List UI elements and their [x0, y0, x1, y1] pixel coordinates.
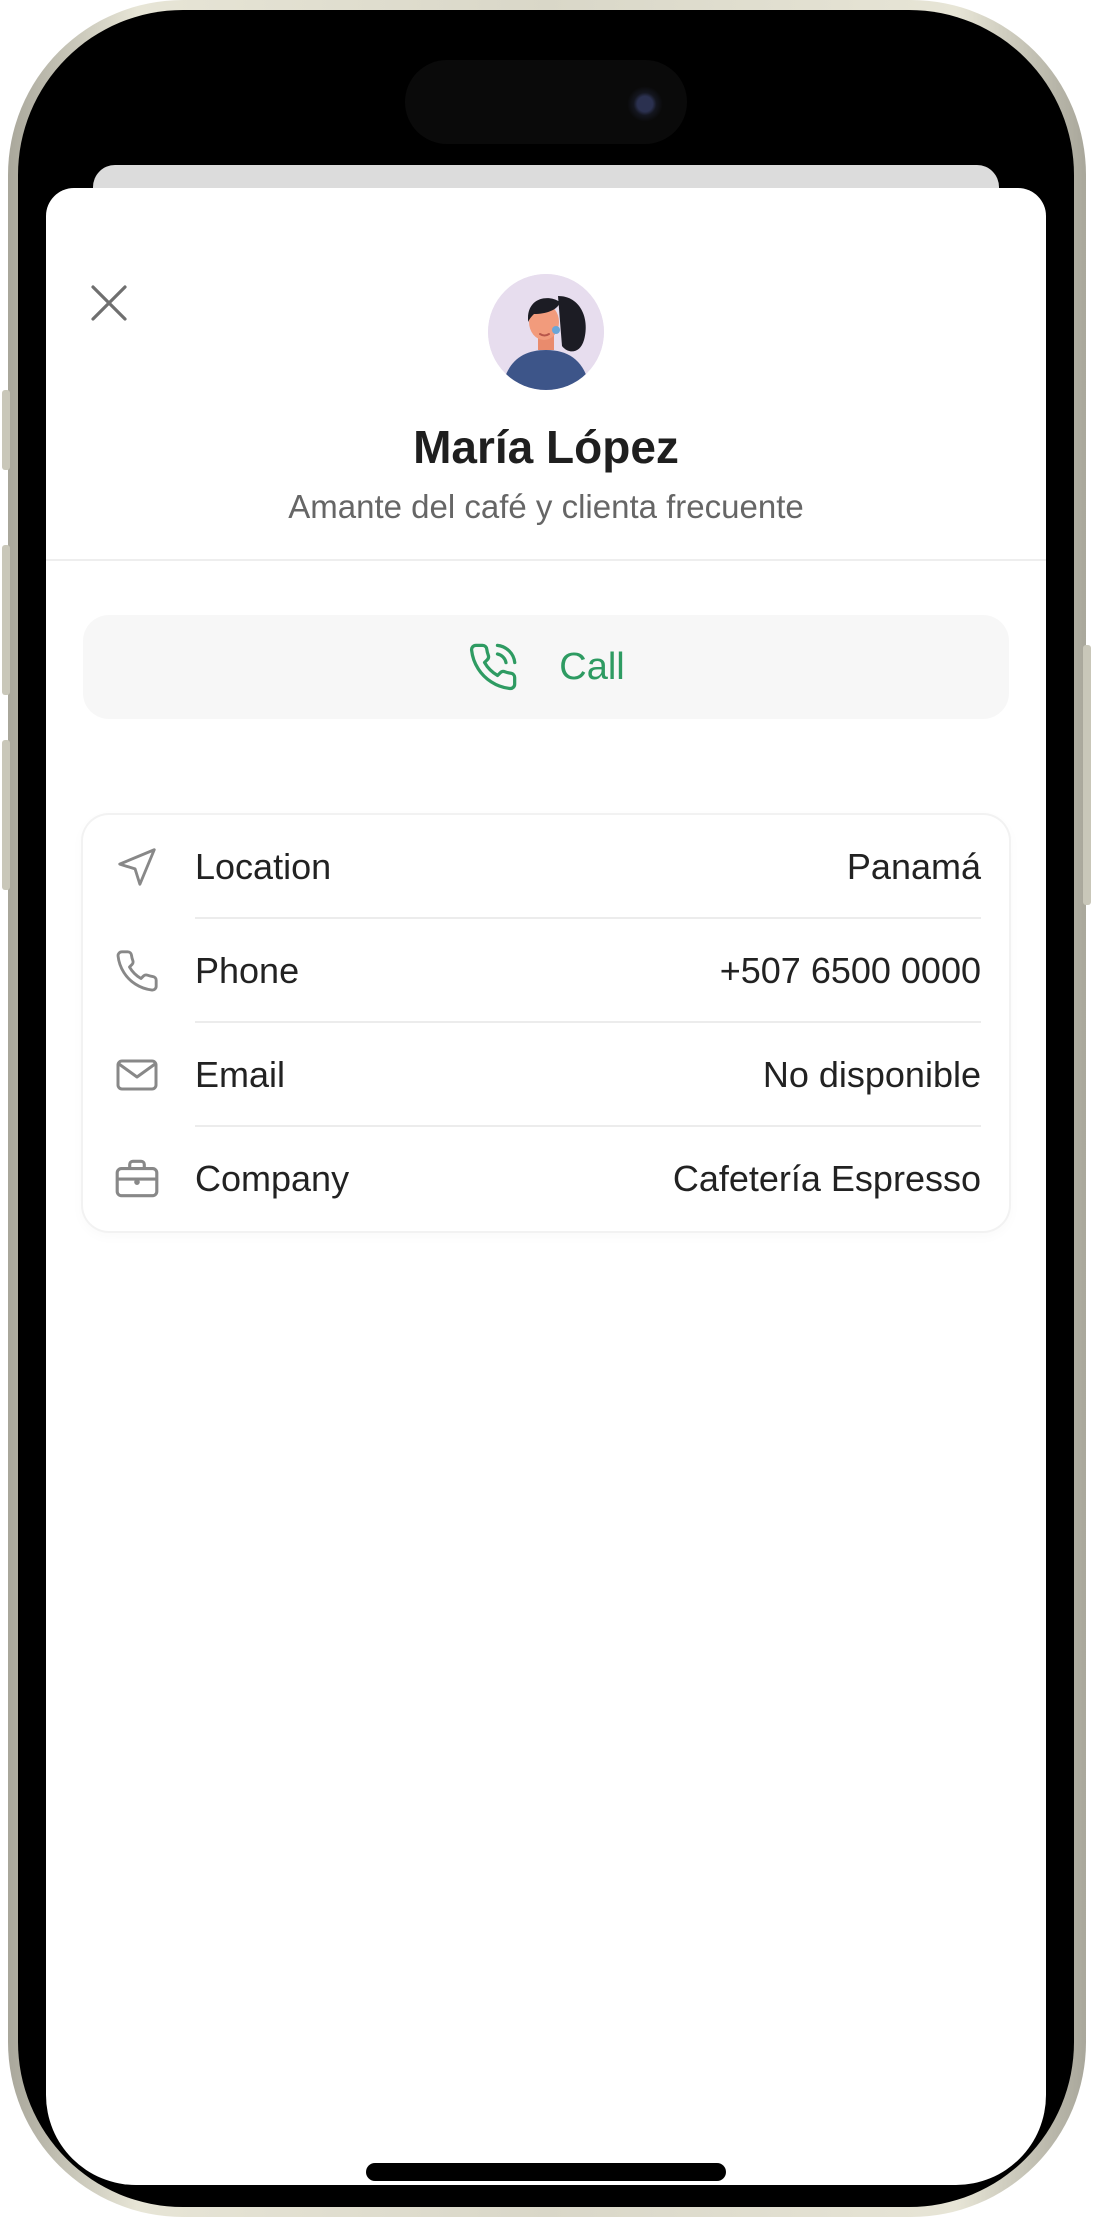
- home-indicator[interactable]: [366, 2163, 726, 2181]
- detail-value: +507 6500 0000: [719, 950, 981, 991]
- close-icon: [91, 285, 127, 321]
- close-button[interactable]: [86, 280, 132, 326]
- avatar-illustration: [488, 274, 604, 390]
- side-button: [2, 545, 10, 695]
- side-button: [2, 740, 10, 890]
- contact-subtitle: Amante del café y clienta frecuente: [288, 488, 804, 525]
- divider: [46, 559, 1046, 561]
- contact-details-card: Location Panamá Phone +507 6500 0000 Ema…: [83, 815, 1009, 1231]
- avatar: [488, 274, 604, 390]
- detail-value: Cafetería Espresso: [672, 1158, 981, 1199]
- camera-icon: [627, 86, 663, 122]
- detail-row-email: Email No disponible: [83, 1023, 1009, 1127]
- detail-row-phone[interactable]: Phone +507 6500 0000: [83, 919, 1009, 1023]
- side-button: [2, 390, 10, 470]
- contact-name: María López: [413, 421, 679, 473]
- briefcase-icon: [111, 1153, 163, 1205]
- detail-label: Phone: [195, 950, 300, 991]
- detail-label: Company: [195, 1158, 350, 1199]
- mail-icon: [111, 1049, 163, 1101]
- call-button[interactable]: Call: [83, 615, 1009, 719]
- detail-label: Email: [195, 1054, 286, 1095]
- contact-sheet: María López Amante del café y clienta fr…: [46, 188, 1046, 2185]
- detail-row-location: Location Panamá: [83, 815, 1009, 919]
- detail-value: Panamá: [846, 846, 981, 887]
- detail-label: Location: [195, 846, 332, 887]
- detail-row-company: Company Cafetería Espresso: [83, 1127, 1009, 1231]
- phone-icon: [111, 945, 163, 997]
- call-button-label: Call: [559, 645, 625, 688]
- side-button: [1083, 645, 1091, 905]
- navigation-arrow-icon: [111, 841, 163, 893]
- detail-value: No disponible: [762, 1054, 981, 1095]
- phone-call-icon: [470, 643, 517, 691]
